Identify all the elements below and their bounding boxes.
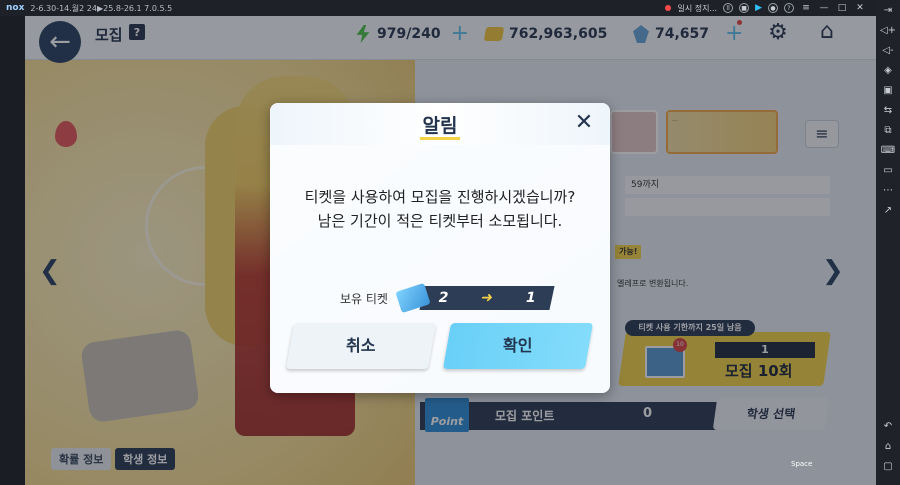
help-circle-icon[interactable]: ? xyxy=(784,3,794,13)
arrow-right-icon: ➜ xyxy=(479,290,495,306)
dialog-header: 알림 ✕ xyxy=(270,103,610,145)
export-icon[interactable]: ↗ xyxy=(876,200,900,220)
minimize-icon[interactable]: — xyxy=(818,3,830,13)
cancel-button[interactable]: 취소 xyxy=(285,323,437,369)
shake-icon[interactable]: ◈ xyxy=(876,60,900,80)
emulator-sidebar: ⇥ ◁+ ◁- ◈ ▣ ⇆ ⧉ ⌨ ▭ ⋯ ↗ ↶ ⌂ ▢ xyxy=(876,0,900,485)
record-dot-icon xyxy=(665,5,672,11)
play-icon[interactable]: ▶ xyxy=(755,3,762,13)
sidebar-expand-icon[interactable]: ⇥ xyxy=(876,0,900,20)
menu-lines-icon[interactable]: ≡ xyxy=(800,3,812,13)
multi-instance-icon[interactable]: ⧉ xyxy=(876,120,900,140)
dialog-title: 알림 xyxy=(422,115,458,137)
emulator-version: 2-6.30-14.월2 24▶25.8-26.1 7.0.5.5 xyxy=(30,3,173,13)
keyboard-icon[interactable]: ⌨ xyxy=(876,140,900,160)
close-icon[interactable]: ✕ xyxy=(572,111,596,135)
pause-icon[interactable]: ll xyxy=(723,3,734,13)
alert-dialog: 알림 ✕ 티켓을 사용하여 모집을 진행하시겠습니까? 남은 기간이 적은 티켓… xyxy=(270,103,610,393)
emulator-titlebar: nox 2-6.30-14.월2 24▶25.8-26.1 7.0.5.5 일시… xyxy=(0,0,900,16)
dialog-message-line1: 티켓을 사용하여 모집을 진행하시겠습니까? xyxy=(304,188,576,206)
stop-icon[interactable]: ■ xyxy=(739,3,750,13)
ticket-row: 보유 티켓 2 ➜ 1 xyxy=(340,282,555,314)
emulator-window: nox 2-6.30-14.월2 24▶25.8-26.1 7.0.5.5 일시… xyxy=(0,0,900,485)
emulator-logo: nox xyxy=(6,3,25,13)
confirm-button[interactable]: 확인 xyxy=(442,323,594,369)
pause-status[interactable]: 일시 정지... xyxy=(677,3,717,14)
volume-up-icon[interactable]: ◁+ xyxy=(876,20,900,40)
sync-icon[interactable]: ⇆ xyxy=(876,100,900,120)
home-nav-icon[interactable]: ⌂ xyxy=(876,436,900,456)
close-window-icon[interactable]: ✕ xyxy=(854,3,866,13)
ticket-from: 2 xyxy=(436,290,450,306)
account-icon[interactable]: ● xyxy=(768,3,778,13)
volume-down-icon[interactable]: ◁- xyxy=(876,40,900,60)
key-hint: Space xyxy=(791,460,813,468)
back-nav-icon[interactable]: ↶ xyxy=(876,416,900,436)
game-screen: ← 모집 ? 979/240 + 762,963,605 74,657 + ⚙ … xyxy=(25,16,876,485)
recent-apps-icon[interactable]: ▢ xyxy=(876,456,900,476)
dialog-message: 티켓을 사용하여 모집을 진행하시겠습니까? 남은 기간이 적은 티켓부터 소모… xyxy=(270,185,610,233)
screen-icon[interactable]: ▭ xyxy=(876,160,900,180)
ticket-to: 1 xyxy=(524,290,538,306)
ticket-change-bar: 2 ➜ 1 xyxy=(419,286,555,310)
dialog-message-line2: 남은 기간이 적은 티켓부터 소모됩니다. xyxy=(317,212,563,230)
maximize-icon[interactable]: □ xyxy=(836,3,848,13)
more-icon[interactable]: ⋯ xyxy=(876,180,900,200)
ticket-label: 보유 티켓 xyxy=(340,291,388,306)
title-underline xyxy=(420,137,460,140)
screenshot-icon[interactable]: ▣ xyxy=(876,80,900,100)
